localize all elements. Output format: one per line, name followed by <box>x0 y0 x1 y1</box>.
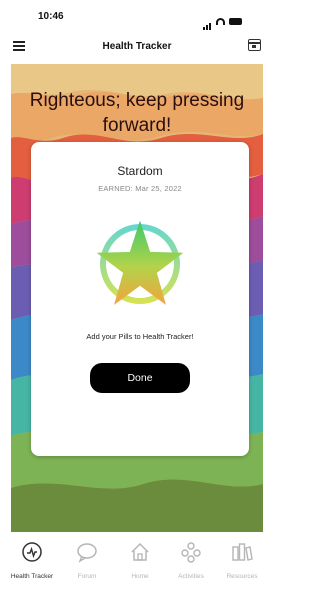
status-time: 10:46 <box>38 11 64 22</box>
tab-label: Home <box>131 573 149 580</box>
tab-health-tracker[interactable]: Health Tracker <box>5 541 59 580</box>
health-tracker-icon <box>22 542 42 562</box>
badge-modal: Stardom EARNED: Mar 25, 2022 Add your Pi… <box>31 142 249 456</box>
badge-earned-date: EARNED: Mar 25, 2022 <box>98 184 182 193</box>
tab-label: Resources <box>226 573 258 580</box>
done-button[interactable]: Done <box>90 363 190 393</box>
tab-activities[interactable]: Activities <box>164 541 218 580</box>
chat-bubble-icon <box>77 543 97 563</box>
tab-forum[interactable]: Forum <box>60 541 114 580</box>
wifi-icon <box>216 17 225 25</box>
home-icon <box>131 542 149 561</box>
tab-home[interactable]: Home <box>113 541 167 580</box>
activities-icon <box>181 542 201 563</box>
phone-screen: 10:46 Health Tracker Righteous; keep pre… <box>0 0 274 597</box>
tab-resources[interactable]: Resources <box>215 541 269 580</box>
page-title: Health Tracker <box>102 41 172 52</box>
motivational-message: Righteous; keep pressing forward! <box>29 90 245 136</box>
tab-label: Forum <box>77 573 97 580</box>
star-badge-icon <box>96 220 184 305</box>
resources-icon <box>232 543 253 561</box>
battery-icon <box>229 17 242 25</box>
badge-message: Add your Pills to Health Tracker! <box>86 332 194 341</box>
badge-title: Stardom <box>117 164 163 178</box>
tab-label: Activities <box>178 573 204 580</box>
tab-label: Health Tracker <box>10 573 54 580</box>
nav-bar: Health Tracker <box>0 32 274 64</box>
cellular-signal-icon <box>203 12 212 30</box>
status-bar: 10:46 <box>0 0 274 32</box>
status-icons <box>203 12 242 30</box>
calendar-icon[interactable] <box>248 39 261 51</box>
bottom-tab-bar: Health Tracker Forum Home Activities Res… <box>0 535 274 597</box>
